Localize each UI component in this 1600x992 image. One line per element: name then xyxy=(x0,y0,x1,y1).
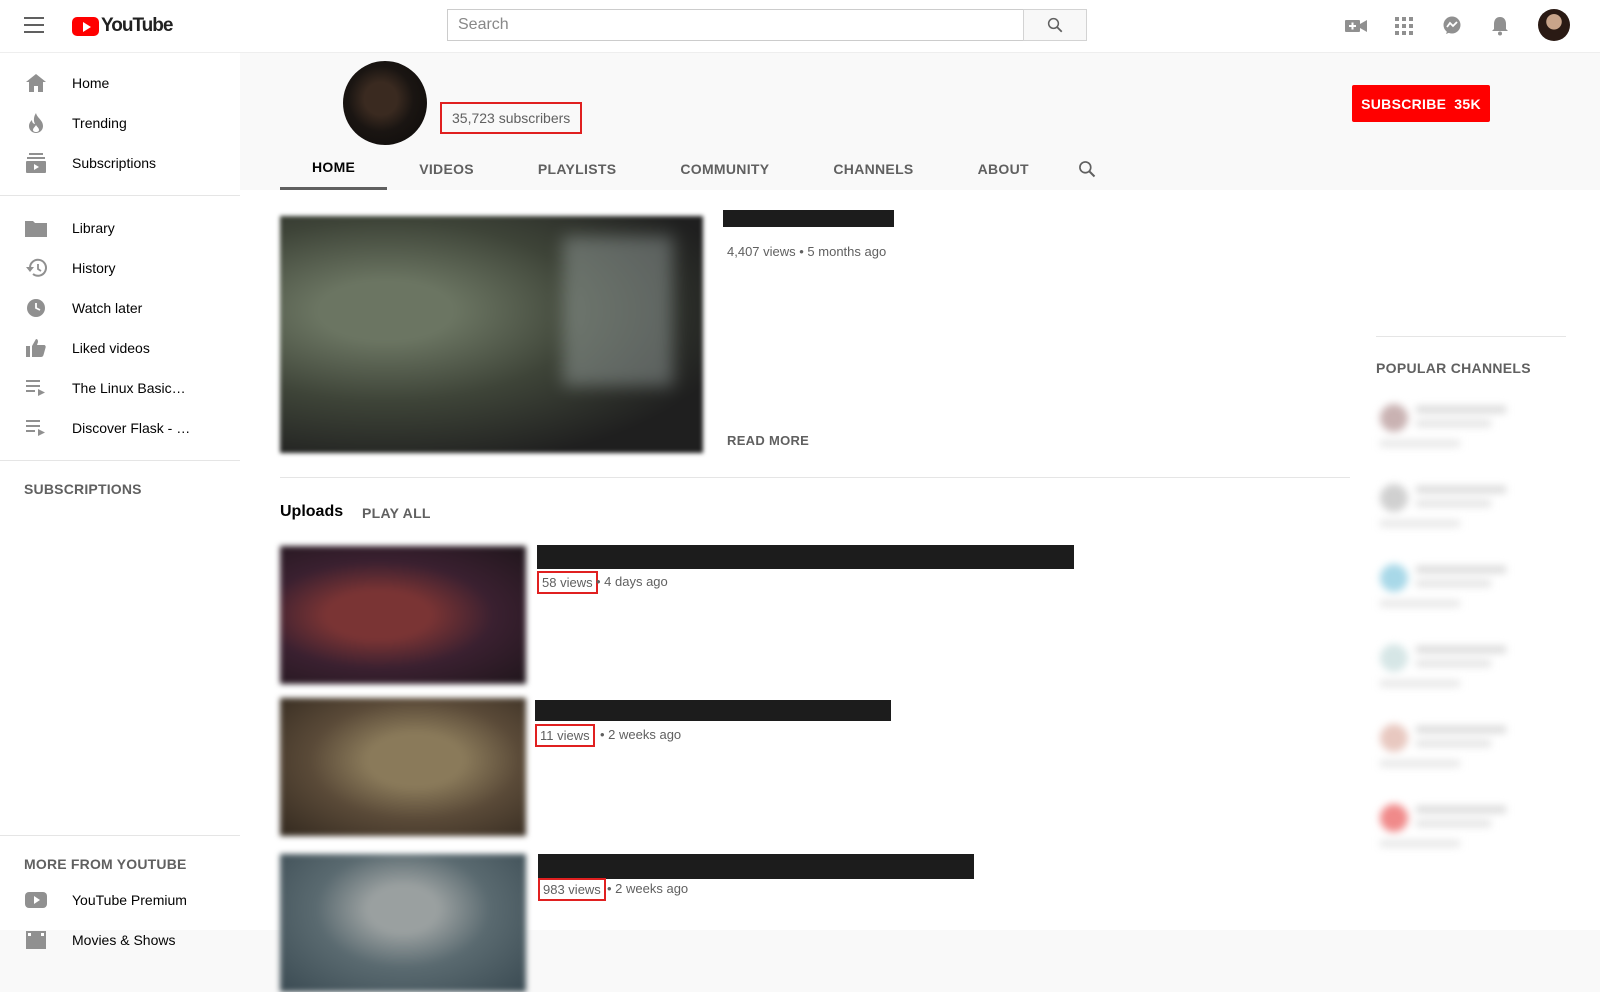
video-thumbnail[interactable] xyxy=(280,698,526,836)
logo-text: YouTube xyxy=(101,15,173,36)
channel-avatar[interactable] xyxy=(343,61,427,145)
sidebar-item-label: Watch later xyxy=(72,300,143,316)
create-video-icon[interactable] xyxy=(1343,13,1369,39)
sidebar-divider xyxy=(0,195,240,196)
tab-home[interactable]: HOME xyxy=(280,147,388,190)
tab-channels[interactable]: CHANNELS xyxy=(801,147,945,190)
sidebar-item-library[interactable]: Library xyxy=(0,208,240,248)
video-thumbnail[interactable] xyxy=(280,546,526,684)
channel-search-button[interactable] xyxy=(1061,147,1113,190)
sidebar-item-label: Library xyxy=(72,220,115,236)
sidebar-divider xyxy=(0,835,240,836)
subscriptions-heading: SUBSCRIPTIONS xyxy=(24,481,142,497)
popular-channels-divider xyxy=(1376,336,1566,337)
sidebar-item-label: YouTube Premium xyxy=(72,892,187,908)
play-all-button[interactable]: PLAY ALL xyxy=(362,505,431,521)
sidebar-item-home[interactable]: Home xyxy=(0,63,240,103)
sidebar-item-history[interactable]: History xyxy=(0,248,240,288)
playlist-icon xyxy=(24,416,48,440)
section-divider xyxy=(280,477,1350,478)
popular-channels-heading: POPULAR CHANNELS xyxy=(1376,360,1531,376)
search-bar xyxy=(447,9,1087,41)
search-input[interactable] xyxy=(447,9,1023,41)
sidebar-item-movies-shows[interactable]: Movies & Shows xyxy=(0,920,240,960)
video-views: 11 views xyxy=(535,724,595,747)
video-views: 983 views xyxy=(538,878,606,901)
youtube-icon xyxy=(24,888,48,912)
search-icon xyxy=(1047,17,1063,33)
subscribe-count: 35K xyxy=(1454,95,1481,112)
sidebar-item-subscriptions[interactable]: Subscriptions xyxy=(0,143,240,183)
sidebar-item-youtube-premium[interactable]: YouTube Premium xyxy=(0,880,240,920)
folder-icon xyxy=(24,216,48,240)
featured-video-meta: 4,407 views • 5 months ago xyxy=(727,244,887,259)
sidebar-item-playlist-flask[interactable]: Discover Flask - h... xyxy=(0,408,240,448)
tab-videos[interactable]: VIDEOS xyxy=(387,147,506,190)
playlist-icon xyxy=(24,376,48,400)
popular-channel-item[interactable] xyxy=(1376,720,1516,780)
fire-icon xyxy=(24,111,48,135)
main-content: 4,407 views • 5 months ago READ MORE Upl… xyxy=(240,190,1600,992)
messages-icon[interactable] xyxy=(1439,13,1465,39)
sidebar-item-label: Trending xyxy=(72,115,127,131)
popular-channel-item[interactable] xyxy=(1376,480,1516,540)
video-age: • 2 weeks ago xyxy=(607,881,689,896)
video-age: • 4 days ago xyxy=(596,574,668,589)
featured-video-thumbnail[interactable] xyxy=(280,216,703,453)
video-views: 58 views xyxy=(537,571,598,594)
tab-about[interactable]: ABOUT xyxy=(946,147,1061,190)
notifications-bell-icon[interactable] xyxy=(1487,13,1513,39)
film-icon xyxy=(24,928,48,952)
sidebar-item-liked-videos[interactable]: Liked videos xyxy=(0,328,240,368)
sidebar-item-label: Home xyxy=(72,75,110,91)
popular-channel-item[interactable] xyxy=(1376,800,1516,860)
more-from-youtube-heading: MORE FROM YOUTUBE xyxy=(24,856,187,872)
sidebar-item-label: Liked videos xyxy=(72,340,150,356)
home-icon xyxy=(24,71,48,95)
apps-grid-icon[interactable] xyxy=(1391,13,1417,39)
history-icon xyxy=(24,256,48,280)
sidebar-item-watch-later[interactable]: Watch later xyxy=(0,288,240,328)
subscriber-count: 35,723 subscribers xyxy=(440,102,583,134)
sidebar-item-label: Movies & Shows xyxy=(72,932,176,948)
sidebar-item-playlist-linux[interactable]: The Linux Basics ... xyxy=(0,368,240,408)
subscriptions-icon xyxy=(24,151,48,175)
sidebar-item-label: Subscriptions xyxy=(72,155,157,171)
search-icon xyxy=(1078,160,1096,177)
popular-channel-item[interactable] xyxy=(1376,400,1516,460)
thumbs-up-icon xyxy=(24,336,48,360)
clock-icon xyxy=(24,296,48,320)
youtube-logo[interactable]: YouTube xyxy=(72,15,173,37)
video-title-redacted[interactable] xyxy=(538,854,974,879)
top-bar: YouTube xyxy=(0,0,1600,53)
tab-community[interactable]: COMMUNITY xyxy=(648,147,801,190)
channel-header: 35,723 subscribers SUBSCRIBE 35K HOME VI… xyxy=(240,53,1600,190)
sidebar-item-label: History xyxy=(72,260,116,276)
video-title-redacted[interactable] xyxy=(537,545,1074,569)
subscribe-label: SUBSCRIBE xyxy=(1361,95,1447,112)
menu-icon[interactable] xyxy=(24,17,44,33)
video-thumbnail[interactable] xyxy=(280,854,526,992)
video-title-redacted[interactable] xyxy=(535,700,891,721)
subscribe-button[interactable]: SUBSCRIBE 35K xyxy=(1352,85,1490,122)
sidebar-item-label: Discover Flask - h... xyxy=(72,420,192,436)
tab-playlists[interactable]: PLAYLISTS xyxy=(506,147,648,190)
channel-tabs: HOME VIDEOS PLAYLISTS COMMUNITY CHANNELS… xyxy=(280,147,1113,190)
popular-channel-item[interactable] xyxy=(1376,560,1516,620)
read-more-link[interactable]: READ MORE xyxy=(727,433,809,448)
popular-channel-item[interactable] xyxy=(1376,640,1516,700)
search-button[interactable] xyxy=(1023,9,1087,41)
sidebar-divider xyxy=(0,460,240,461)
featured-video-title-redacted[interactable] xyxy=(723,210,894,227)
video-age: • 2 weeks ago xyxy=(600,727,682,742)
sidebar-item-trending[interactable]: Trending xyxy=(0,103,240,143)
uploads-heading[interactable]: Uploads xyxy=(280,503,343,521)
sidebar: Home Trending Subscriptions Library Hist… xyxy=(0,53,240,949)
user-avatar[interactable] xyxy=(1538,9,1570,41)
sidebar-item-label: The Linux Basics ... xyxy=(72,380,192,396)
youtube-play-icon xyxy=(72,16,99,36)
